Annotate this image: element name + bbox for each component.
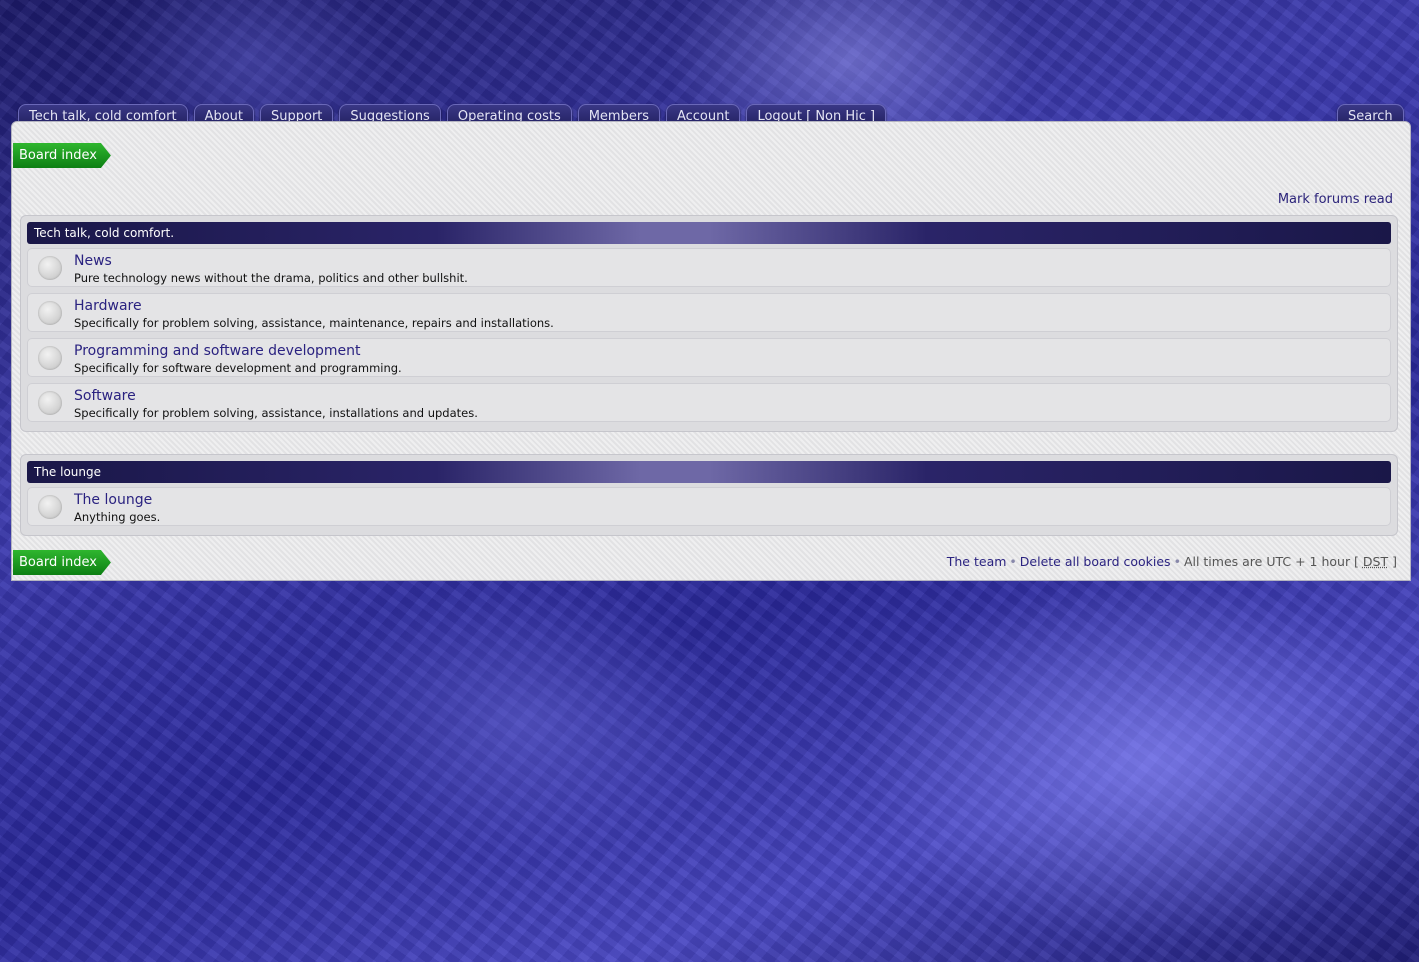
forum-link-news[interactable]: News bbox=[74, 253, 112, 269]
the-team-link[interactable]: The team bbox=[947, 554, 1007, 569]
separator-dot: • bbox=[1173, 554, 1181, 569]
forum-description: Specifically for software development an… bbox=[74, 361, 402, 375]
category-the-lounge: The lounge The lounge Anything goes. bbox=[20, 454, 1398, 536]
dst-abbr: DST bbox=[1362, 554, 1389, 569]
timezone-text: All times are UTC + 1 hour [ bbox=[1183, 554, 1359, 569]
forum-description: Specifically for problem solving, assist… bbox=[74, 406, 478, 420]
forum-row-the-lounge: The lounge Anything goes. bbox=[27, 487, 1391, 526]
forum-link-programming[interactable]: Programming and software development bbox=[74, 343, 361, 359]
forum-link-the-lounge[interactable]: The lounge bbox=[74, 492, 152, 508]
breadcrumb-board-index-top[interactable]: Board index bbox=[13, 143, 111, 168]
forum-row-news: News Pure technology news without the dr… bbox=[27, 248, 1391, 287]
forum-read-icon bbox=[38, 391, 62, 415]
forum-read-icon bbox=[38, 256, 62, 280]
breadcrumb-board-index-bottom[interactable]: Board index bbox=[13, 550, 111, 575]
main-panel: Board index Mark forums read Tech talk, … bbox=[11, 121, 1411, 581]
category-tech-talk: Tech talk, cold comfort. News Pure techn… bbox=[20, 215, 1398, 432]
forum-link-hardware[interactable]: Hardware bbox=[74, 298, 142, 314]
timezone-text-end: ] bbox=[1392, 554, 1397, 569]
mark-forums-read-link[interactable]: Mark forums read bbox=[1278, 192, 1393, 207]
delete-cookies-link[interactable]: Delete all board cookies bbox=[1020, 554, 1171, 569]
category-header[interactable]: Tech talk, cold comfort. bbox=[27, 222, 1391, 244]
forum-row-hardware: Hardware Specifically for problem solvin… bbox=[27, 293, 1391, 332]
forum-description: Pure technology news without the drama, … bbox=[74, 271, 468, 285]
separator-dot: • bbox=[1009, 554, 1017, 569]
category-header[interactable]: The lounge bbox=[27, 461, 1391, 483]
forum-read-icon bbox=[38, 346, 62, 370]
footer-links: The team • Delete all board cookies • All ti… bbox=[947, 554, 1397, 569]
forum-row-programming: Programming and software development Spe… bbox=[27, 338, 1391, 377]
forum-description: Specifically for problem solving, assist… bbox=[74, 316, 554, 330]
forum-row-software: Software Specifically for problem solvin… bbox=[27, 383, 1391, 422]
forum-description: Anything goes. bbox=[74, 510, 161, 524]
forum-read-icon bbox=[38, 301, 62, 325]
forum-link-software[interactable]: Software bbox=[74, 388, 136, 404]
forum-read-icon bbox=[38, 495, 62, 519]
